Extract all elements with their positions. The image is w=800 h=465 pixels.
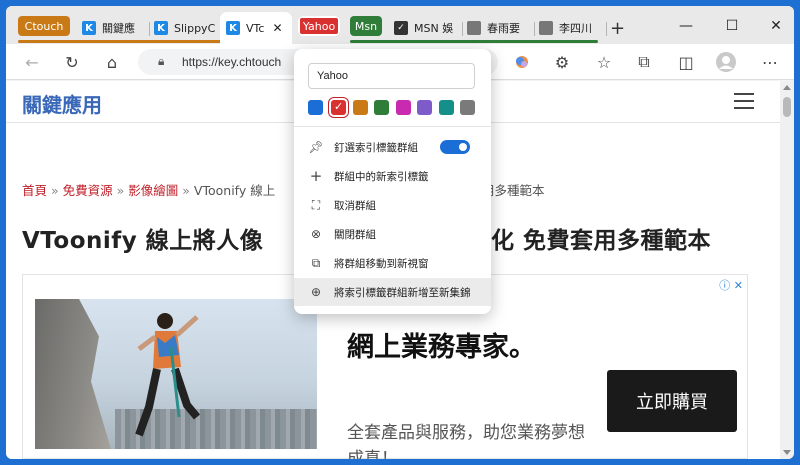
breadcrumb: 首頁 » 免費資源 » 影像繪圖 » VToonify 線上 <box>22 180 275 199</box>
breadcrumb-separator: » <box>116 183 125 198</box>
article-headline: VToonify 線上將人像 <box>22 228 264 254</box>
minimize-button[interactable]: — <box>671 14 701 38</box>
tab-close-icon[interactable]: ✕ <box>272 21 282 35</box>
menu-item-label: 將群組移動到新視窗 <box>334 257 429 270</box>
scroll-thumb[interactable] <box>783 97 791 117</box>
menu-item-label: 取消群組 <box>334 199 376 212</box>
menu-item-label: 釘選索引標籤群組 <box>334 141 418 154</box>
hamburger-menu-icon[interactable] <box>734 93 754 109</box>
k-favicon-icon: K <box>82 21 96 35</box>
ad-photo-cliff <box>35 299 111 449</box>
move-window-icon: ⧉ <box>311 255 321 270</box>
color-swatch-pink[interactable] <box>396 100 411 115</box>
tab-title: MSN 娛 <box>414 22 454 35</box>
page-scrollbar[interactable] <box>780 81 794 459</box>
menu-item-ungroup[interactable]: ⛶ 取消群組 <box>294 191 491 219</box>
puzzle-icon[interactable]: ⚙ <box>550 51 574 73</box>
ad-title[interactable]: 網上業務專家。 <box>347 325 536 364</box>
breadcrumb-image-drawing-link[interactable]: 影像繪圖 <box>128 183 178 198</box>
site-title[interactable]: 關鍵應用 <box>22 89 102 118</box>
page-favicon-icon <box>539 21 553 35</box>
home-icon[interactable]: ⌂ <box>100 51 124 73</box>
breadcrumb-free-resources-link[interactable]: 免費資源 <box>63 183 113 198</box>
ad-photo-climber[interactable] <box>35 299 317 449</box>
address-text: https://key.chtouch <box>182 55 282 69</box>
menu-item-pin-group[interactable]: 📌︎ 釘選索引標籤群組 <box>294 133 491 161</box>
close-circle-icon: ⊗ <box>310 227 322 241</box>
k-favicon-icon: K <box>226 21 240 35</box>
tab-news-2[interactable]: 李四川 <box>539 15 601 41</box>
menu-divider <box>294 126 491 127</box>
plus-icon: + <box>309 167 323 185</box>
profile-icon[interactable] <box>714 51 738 73</box>
breadcrumb-current-tail: 用多種範本 <box>482 183 545 198</box>
tab-title: 春雨要 <box>487 22 520 35</box>
browser-window: Ctouch K 關鍵應 K SlippyC K VTc ✕ Yahoo Msn… <box>6 6 794 459</box>
menu-item-label: 將索引標籤群組新增至新集錦 <box>334 286 471 299</box>
color-swatch-orange[interactable] <box>353 100 368 115</box>
scroll-up-icon[interactable] <box>783 85 791 90</box>
menu-item-close-group[interactable]: ⊗ 關閉群組 <box>294 220 491 248</box>
climber-figure <box>135 313 201 437</box>
tab-separator <box>149 22 150 36</box>
copilot-icon[interactable]: ◫ <box>674 51 698 73</box>
msn-favicon-icon: ✓ <box>394 21 408 35</box>
tab-title: VTc <box>246 21 265 35</box>
breadcrumb-separator: » <box>51 183 59 198</box>
check-icon: ✓ <box>334 100 344 113</box>
tab-separator <box>462 22 463 36</box>
tab-strip: Ctouch K 關鍵應 K SlippyC K VTc ✕ Yahoo Msn… <box>6 6 794 44</box>
pin-icon: 📌︎ <box>308 140 324 154</box>
color-swatch-purple[interactable] <box>417 100 432 115</box>
tab-separator <box>534 22 535 36</box>
collections-icon[interactable]: ⧉ <box>632 51 656 73</box>
color-swatch-blue[interactable] <box>308 100 323 115</box>
tab-group-msn[interactable]: Msn <box>350 16 382 36</box>
menu-item-move-to-new-window[interactable]: ⧉ 將群組移動到新視窗 <box>294 249 491 277</box>
tab-group-yahoo[interactable]: Yahoo <box>298 16 340 36</box>
menu-item-new-tab-in-group[interactable]: + 群組中的新索引標籤 <box>294 162 491 190</box>
extension-icon[interactable] <box>510 51 534 73</box>
add-collection-icon: ⊕ <box>310 285 322 299</box>
color-swatch-green[interactable] <box>374 100 389 115</box>
color-swatch-teal[interactable] <box>439 100 454 115</box>
more-icon[interactable]: ⋯ <box>758 51 782 73</box>
k-favicon-icon: K <box>154 21 168 35</box>
favorites-icon[interactable]: ☆ <box>592 51 616 73</box>
lock-icon[interactable]: 🔒︎ <box>158 54 164 69</box>
scroll-down-icon[interactable] <box>783 450 791 455</box>
ad-body: 全套產品與服務，助您業務夢想成真！ <box>347 423 585 459</box>
close-window-button[interactable]: ✕ <box>761 14 791 38</box>
tab-group-ctouch[interactable]: Ctouch <box>18 16 70 36</box>
tab-news-1[interactable]: 春雨要 <box>467 15 533 41</box>
color-swatch-gray[interactable] <box>460 100 475 115</box>
group-name-input[interactable]: Yahoo <box>308 63 475 89</box>
tab-msn[interactable]: ✓ MSN 娛 <box>394 15 460 41</box>
article-headline-tail: 化 免費套用多種範本 <box>491 228 712 254</box>
tab-key-2[interactable]: K SlippyC <box>154 15 216 41</box>
menu-item-add-to-collection[interactable]: ⊕ 將索引標籤群組新增至新集錦 <box>294 278 491 306</box>
refresh-icon[interactable]: ↻ <box>60 51 84 73</box>
tab-separator <box>606 22 607 36</box>
tab-title: 李四川 <box>559 22 592 35</box>
adchoices-icon[interactable]: ⓘ ✕ <box>719 277 743 293</box>
menu-item-label: 關閉群組 <box>334 228 376 241</box>
tab-title: SlippyC <box>174 21 216 35</box>
maximize-button[interactable]: ☐ <box>717 14 747 38</box>
color-swatch-red[interactable]: ✓ <box>331 100 346 115</box>
new-tab-button[interactable]: + <box>610 15 630 41</box>
page-favicon-icon <box>467 21 481 35</box>
breadcrumb-home-link[interactable]: 首頁 <box>22 183 47 198</box>
breadcrumb-separator: » <box>182 183 190 198</box>
menu-item-label: 群組中的新索引標籤 <box>334 170 429 183</box>
tab-key-1[interactable]: K 關鍵應 <box>82 15 144 41</box>
tab-title: 關鍵應 <box>102 22 135 35</box>
pin-group-toggle[interactable] <box>440 140 470 154</box>
back-icon[interactable]: ← <box>20 51 44 73</box>
tab-vtoonify[interactable]: K VTc ✕ <box>226 15 288 41</box>
tab-group-menu: Yahoo ✓ 📌︎ 釘選索引標籤群組 + 群組中的新索引標籤 ⛶ 取消群組 ⊗… <box>294 49 491 314</box>
ungroup-icon: ⛶ <box>311 197 321 212</box>
ad-buy-now-button[interactable]: 立即購買 <box>607 370 737 432</box>
breadcrumb-current: VToonify 線上 <box>193 183 276 198</box>
